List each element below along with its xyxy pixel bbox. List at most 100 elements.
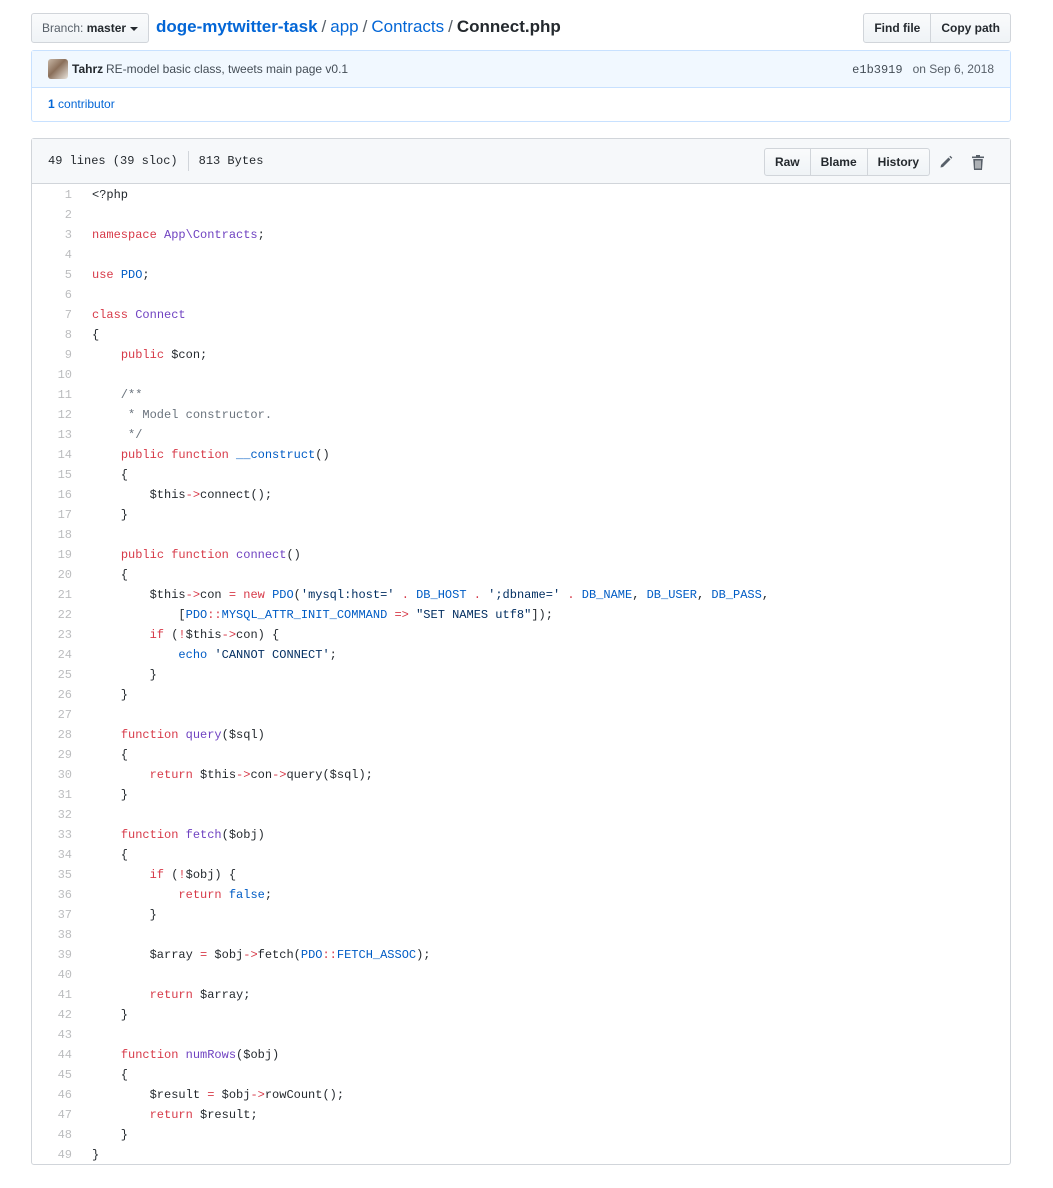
line-content: } [82,905,157,925]
code-token: } [92,508,129,522]
code-token: <?php [92,188,129,202]
line-number[interactable]: 6 [32,285,82,305]
line-number[interactable]: 14 [32,445,82,465]
code-token: , [761,588,770,602]
line-number[interactable]: 3 [32,225,82,245]
blame-button[interactable]: Blame [810,148,868,176]
code-token: $result; [192,1108,258,1122]
line-number[interactable]: 22 [32,605,82,625]
line-content: $this->connect(); [82,485,272,505]
pencil-icon[interactable] [930,149,962,175]
line-number[interactable]: 17 [32,505,82,525]
line-number[interactable]: 31 [32,785,82,805]
trash-icon[interactable] [962,149,994,175]
line-number[interactable]: 20 [32,565,82,585]
line-number[interactable]: 41 [32,985,82,1005]
line-number[interactable]: 33 [32,825,82,845]
branch-selector-button[interactable]: Branch: master [31,13,150,43]
line-number[interactable]: 25 [32,665,82,685]
line-number[interactable]: 26 [32,685,82,705]
commit-author[interactable]: Tahrz [72,51,103,87]
code-token: ! [178,868,186,882]
contributors-label: contributor [58,97,115,111]
line-number[interactable]: 18 [32,525,82,545]
line-number[interactable]: 19 [32,545,82,565]
line-number[interactable]: 28 [32,725,82,745]
line-number[interactable]: 15 [32,465,82,485]
line-number[interactable]: 13 [32,425,82,445]
code-token: $result [92,1088,208,1102]
line-number[interactable]: 43 [32,1025,82,1045]
line-number[interactable]: 12 [32,405,82,425]
avatar[interactable] [48,59,68,79]
line-number[interactable]: 44 [32,1045,82,1065]
line-number[interactable]: 16 [32,485,82,505]
code-token: DB_PASS [711,588,762,602]
code-token: -> [185,588,201,602]
code-token: public [120,548,165,562]
breadcrumb-contracts-link[interactable]: Contracts [371,17,444,36]
line-number[interactable]: 29 [32,745,82,765]
line-number[interactable]: 49 [32,1145,82,1165]
line-content: { [82,1065,128,1085]
code-token: -> [236,768,251,782]
line-number[interactable]: 37 [32,905,82,925]
code-token: ';dbname=' [488,588,561,602]
line-number[interactable]: 8 [32,325,82,345]
line-number[interactable]: 9 [32,345,82,365]
file-info: 49 lines (39 sloc) 813 Bytes [48,139,263,183]
line-number[interactable]: 45 [32,1065,82,1085]
line-number[interactable]: 40 [32,965,82,985]
line-number[interactable]: 30 [32,765,82,785]
line-content: function query($sql) [82,725,265,745]
line-number[interactable]: 38 [32,925,82,945]
line-number[interactable]: 36 [32,885,82,905]
line-number[interactable]: 32 [32,805,82,825]
code-token: [ [92,608,186,622]
line-number[interactable]: 4 [32,245,82,265]
line-number[interactable]: 11 [32,385,82,405]
commit-message[interactable]: RE-model basic class, tweets main page v… [106,51,348,87]
line-content: * Model constructor. [82,405,272,425]
line-number[interactable]: 34 [32,845,82,865]
line-number[interactable]: 10 [32,365,82,385]
code-line: 1 <?php [32,185,1010,205]
line-content: } [82,785,128,805]
breadcrumb-repo-link[interactable]: doge-mytwitter-task [156,17,318,36]
contributors-link[interactable]: 1 contributor [32,88,1010,121]
line-number[interactable]: 48 [32,1125,82,1145]
line-number[interactable]: 2 [32,205,82,225]
line-number[interactable]: 46 [32,1085,82,1105]
line-number[interactable]: 7 [32,305,82,325]
code-token: :: [207,608,222,622]
code-token: DB_NAME [581,588,633,602]
line-number[interactable]: 47 [32,1105,82,1125]
code-line: 49} [32,1145,1010,1165]
line-number[interactable]: 27 [32,705,82,725]
history-button[interactable]: History [867,148,930,176]
line-number[interactable]: 1 [32,185,82,205]
breadcrumb-app-link[interactable]: app [330,17,358,36]
copy-path-button[interactable]: Copy path [931,13,1011,43]
line-number[interactable]: 39 [32,945,82,965]
commit-sha-link[interactable]: e1b3919 [852,63,902,77]
line-number[interactable]: 23 [32,625,82,645]
line-number[interactable]: 21 [32,585,82,605]
code-token: $obj [207,948,244,962]
find-file-button[interactable]: Find file [863,13,932,43]
line-number[interactable]: 42 [32,1005,82,1025]
line-number[interactable]: 24 [32,645,82,665]
raw-button[interactable]: Raw [763,148,811,176]
line-number[interactable]: 5 [32,265,82,285]
line-number[interactable]: 35 [32,865,82,885]
code-line: 25 } [32,665,1010,685]
code-line: 12 * Model constructor. [32,405,1010,425]
code-token: $this [192,768,237,782]
branch-name: master [86,21,127,35]
line-content: $result = $obj->rowCount(); [82,1085,344,1105]
